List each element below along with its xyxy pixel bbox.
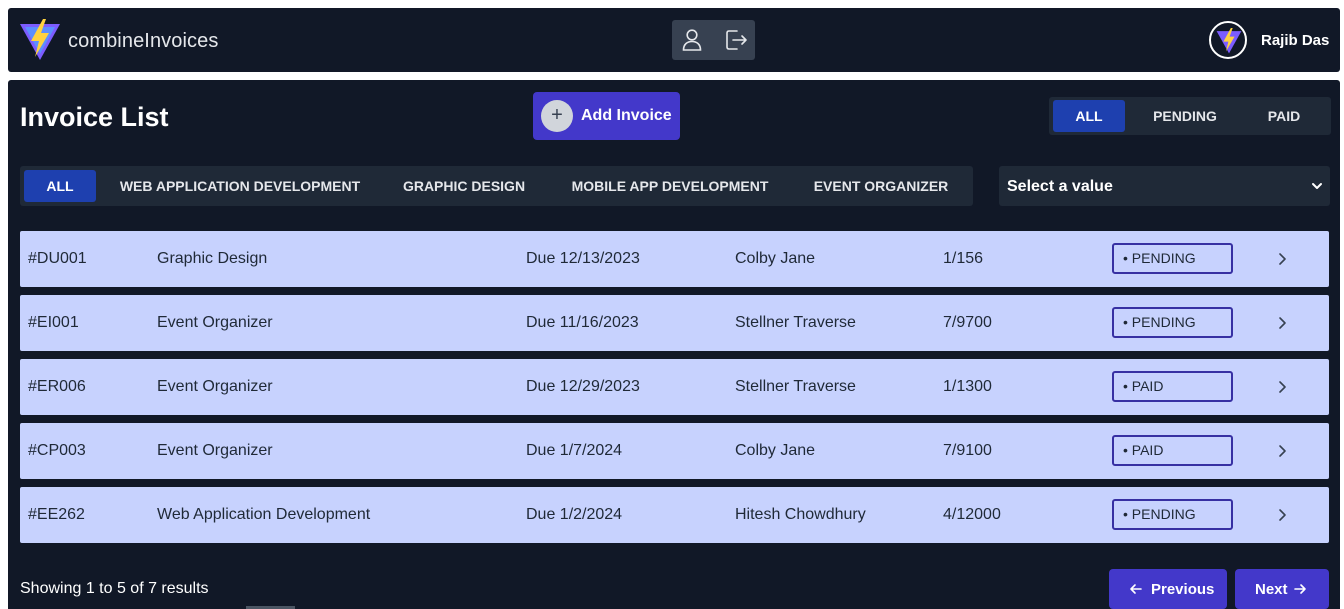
invoice-row[interactable]: #CP003 Event Organizer Due 1/7/2024 Colb… (20, 423, 1329, 479)
top-navbar: combineInvoices Rajib Das (8, 8, 1340, 72)
invoice-client: Colby Jane (735, 250, 816, 267)
invoice-amount: 1/156 (943, 250, 984, 267)
next-label: Next (1255, 581, 1288, 598)
select-value: Select a value (1007, 178, 1113, 195)
nav-icon-group (672, 20, 755, 60)
invoice-id: #ER006 (28, 378, 86, 395)
user-avatar[interactable] (1209, 21, 1247, 59)
add-invoice-label: Add Invoice (581, 107, 672, 124)
vite-logo-icon[interactable] (19, 19, 61, 61)
invoice-amount: 7/9100 (943, 442, 992, 459)
value-select[interactable]: Select a value (999, 166, 1330, 206)
category-tab-event-organizer[interactable]: EVENT ORGANIZER (806, 170, 956, 202)
status-badge: • PENDING (1112, 499, 1233, 530)
status-filter: ALL PENDING PAID (1049, 97, 1331, 135)
previous-button[interactable]: Previous (1109, 569, 1227, 609)
invoice-client: Stellner Traverse (735, 314, 856, 331)
invoice-row[interactable]: #EI001 Event Organizer Due 11/16/2023 St… (20, 295, 1329, 351)
previous-label: Previous (1151, 581, 1215, 598)
brand-name[interactable]: combineInvoices (68, 30, 218, 53)
invoice-row[interactable]: #DU001 Graphic Design Due 12/13/2023 Col… (20, 231, 1329, 287)
invoice-amount: 1/1300 (943, 378, 992, 395)
invoice-name: Event Organizer (157, 442, 273, 459)
arrow-right-icon (1294, 584, 1306, 594)
chevron-right-icon[interactable] (1275, 379, 1289, 395)
invoice-id: #EE262 (28, 506, 85, 523)
user-name[interactable]: Rajib Das (1261, 32, 1329, 49)
status-badge: • PENDING (1112, 243, 1233, 274)
invoice-client: Colby Jane (735, 442, 816, 459)
invoice-client: Hitesh Chowdhury (735, 506, 866, 523)
avatar-logo-icon (1216, 28, 1242, 54)
invoice-id: #EI001 (28, 314, 79, 331)
chevron-right-icon[interactable] (1275, 251, 1289, 267)
category-tab-graphic-design[interactable]: GRAPHIC DESIGN (396, 170, 532, 202)
invoice-due-date: Due 12/13/2023 (526, 250, 640, 267)
category-tab-mobile-app-development[interactable]: MOBILE APP DEVELOPMENT (562, 170, 778, 202)
invoice-name: Event Organizer (157, 314, 273, 331)
user-icon[interactable] (679, 27, 705, 53)
status-tab-pending[interactable]: PENDING (1137, 100, 1233, 132)
invoice-amount: 7/9700 (943, 314, 992, 331)
invoice-due-date: Due 1/7/2024 (526, 442, 623, 459)
next-button[interactable]: Next (1235, 569, 1329, 609)
invoice-id: #DU001 (28, 250, 87, 267)
invoice-id: #CP003 (28, 442, 86, 459)
invoice-due-date: Due 12/29/2023 (526, 378, 640, 395)
plus-icon: + (541, 100, 573, 132)
category-filter: ALL WEB APPLICATION DEVELOPMENT GRAPHIC … (20, 166, 973, 206)
page-title: Invoice List (20, 102, 169, 132)
invoice-name: Graphic Design (157, 250, 268, 267)
invoice-due-date: Due 1/2/2024 (526, 506, 623, 523)
invoice-amount: 4/12000 (943, 506, 1001, 523)
invoice-row[interactable]: #EE262 Web Application Development Due 1… (20, 487, 1329, 543)
chevron-right-icon[interactable] (1275, 315, 1289, 331)
invoice-name: Web Application Development (157, 506, 371, 523)
invoice-row[interactable]: #ER006 Event Organizer Due 12/29/2023 St… (20, 359, 1329, 415)
category-tab-web-application-development[interactable]: WEB APPLICATION DEVELOPMENT (110, 170, 370, 202)
chevron-right-icon[interactable] (1275, 507, 1289, 523)
invoice-client: Stellner Traverse (735, 378, 856, 395)
category-tab-all[interactable]: ALL (24, 170, 96, 202)
chevron-right-icon[interactable] (1275, 443, 1289, 459)
arrow-left-icon (1130, 584, 1142, 594)
invoice-due-date: Due 11/16/2023 (526, 314, 639, 331)
chevron-down-icon (1312, 183, 1322, 189)
invoice-name: Event Organizer (157, 378, 273, 395)
logout-icon[interactable] (723, 27, 749, 53)
add-invoice-button[interactable]: + Add Invoice (533, 92, 680, 140)
status-badge: • PAID (1112, 371, 1233, 402)
status-badge: • PAID (1112, 435, 1233, 466)
status-badge: • PENDING (1112, 307, 1233, 338)
status-tab-all[interactable]: ALL (1053, 100, 1125, 132)
status-tab-paid[interactable]: PAID (1243, 100, 1325, 132)
